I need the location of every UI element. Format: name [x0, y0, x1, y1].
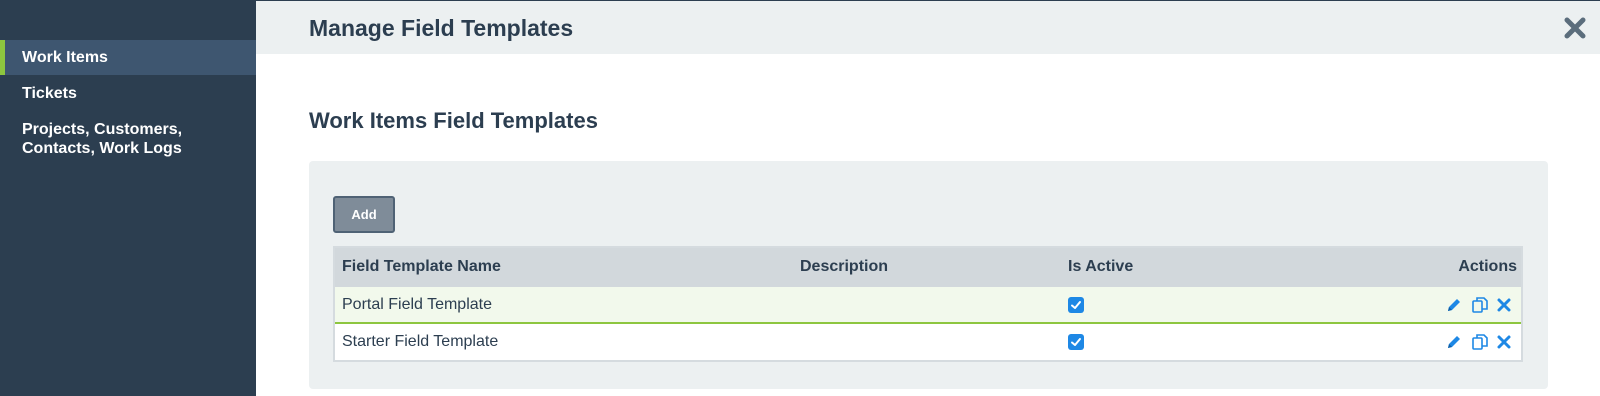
close-button[interactable]	[1562, 15, 1588, 41]
sidebar-item-work-items[interactable]: Work Items	[0, 40, 256, 75]
column-header-name[interactable]: Field Template Name	[342, 258, 501, 276]
delete-icon[interactable]	[1495, 333, 1513, 351]
column-header-description[interactable]: Description	[800, 258, 888, 276]
is-active-checkbox[interactable]	[1068, 297, 1084, 313]
close-icon	[1564, 17, 1586, 39]
sidebar-item-label: Tickets	[22, 85, 77, 102]
sidebar-item-label: Work Items	[22, 49, 108, 66]
sidebar-item-tickets[interactable]: Tickets	[0, 84, 256, 108]
delete-icon[interactable]	[1495, 296, 1513, 314]
edit-icon[interactable]	[1445, 333, 1463, 351]
table-row[interactable]: Portal Field Template	[335, 287, 1521, 324]
column-header-actions: Actions	[1458, 258, 1517, 275]
section-title: Work Items Field Templates	[309, 108, 598, 133]
copy-icon[interactable]	[1471, 296, 1489, 314]
column-header-is-active[interactable]: Is Active	[1068, 258, 1133, 276]
field-templates-table: Field Template Name Description Is Activ…	[333, 246, 1523, 362]
table-header: Field Template Name Description Is Activ…	[335, 248, 1521, 287]
sidebar: Work Items Tickets Projects, Customers, …	[0, 0, 256, 396]
page-header: Manage Field Templates	[256, 0, 1600, 54]
template-name-cell: Portal Field Template	[342, 296, 492, 313]
edit-icon[interactable]	[1445, 296, 1463, 314]
check-icon	[1071, 338, 1081, 346]
add-button[interactable]: Add	[333, 196, 395, 233]
sidebar-item-projects-customers-contacts-work-logs[interactable]: Projects, Customers, Contacts, Work Logs	[0, 120, 210, 160]
copy-icon[interactable]	[1471, 333, 1489, 351]
page-title: Manage Field Templates	[309, 15, 574, 41]
templates-panel: Add Field Template Name Description Is A…	[309, 161, 1548, 389]
template-name-cell: Starter Field Template	[342, 333, 499, 350]
is-active-checkbox[interactable]	[1068, 334, 1084, 350]
sidebar-item-label: Projects, Customers, Contacts, Work Logs	[22, 121, 183, 157]
check-icon	[1071, 301, 1081, 309]
table-row[interactable]: Starter Field Template	[335, 324, 1521, 360]
